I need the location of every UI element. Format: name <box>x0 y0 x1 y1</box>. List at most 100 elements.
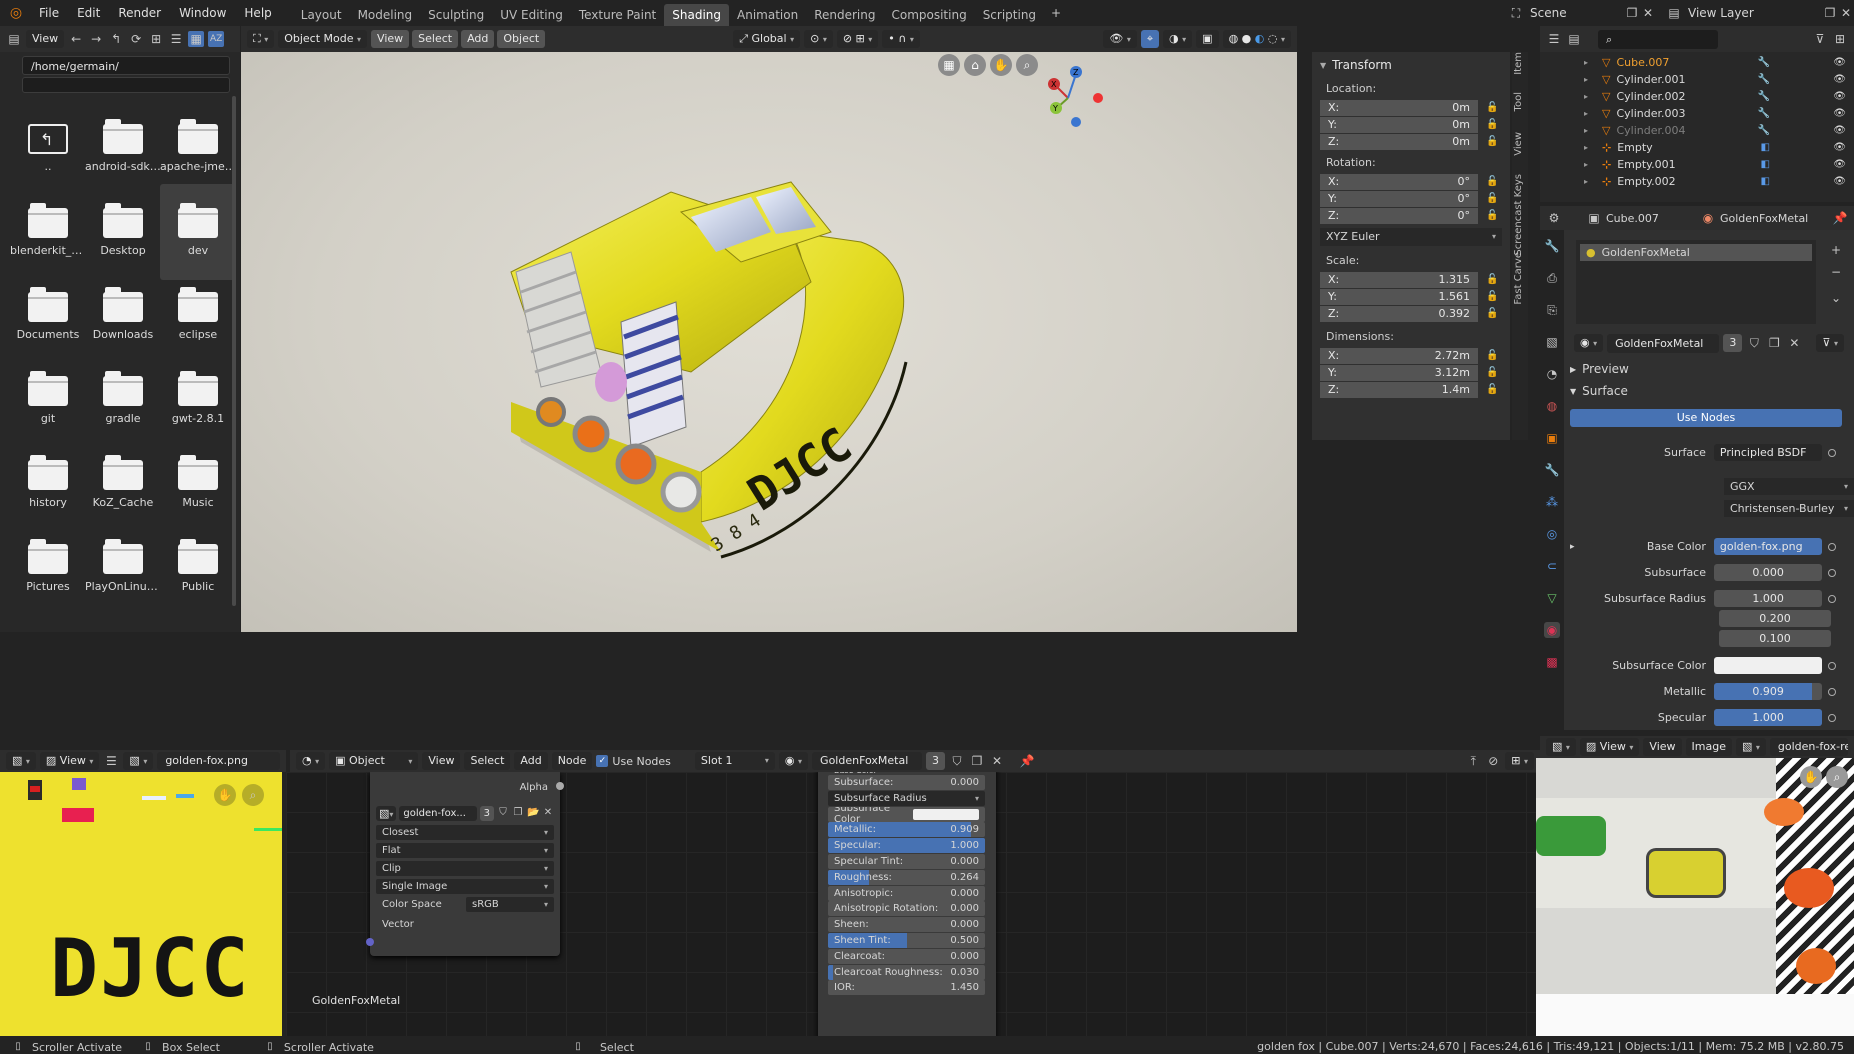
use-nodes-button[interactable]: Use Nodes <box>1570 409 1842 427</box>
orientation-select[interactable]: ⤢ Global ▾ <box>733 30 801 48</box>
input-socket-icon[interactable] <box>1828 661 1836 670</box>
input-socket-icon[interactable] <box>1828 568 1836 577</box>
node-menu-node[interactable]: Node <box>551 752 593 770</box>
folder-item[interactable]: KoZ_Cache <box>85 436 161 532</box>
node-menu-select[interactable]: Select <box>464 752 511 770</box>
bsdf-input-row[interactable]: Specular: 1.000 <box>828 838 985 854</box>
menu-render[interactable]: Render <box>109 0 170 26</box>
rotation-field[interactable]: Z: 0° <box>1320 207 1478 224</box>
link-select[interactable]: ⊽ ▾ <box>1816 334 1844 352</box>
back-icon[interactable]: ← <box>68 31 84 47</box>
filter-icon[interactable]: ⊽ <box>1812 31 1828 47</box>
visibility-eye-icon[interactable]: 👁 <box>1833 74 1846 85</box>
lock-icon[interactable]: 🔓 <box>1486 176 1502 187</box>
menu-edit[interactable]: Edit <box>68 0 109 26</box>
outliner-item-name[interactable]: Empty <box>1617 141 1652 154</box>
view-layer-tab-icon[interactable]: ▧ <box>1544 334 1560 350</box>
parent-folder[interactable]: ↰.. <box>10 100 86 196</box>
tab-uv-editing[interactable]: UV Editing <box>492 4 571 26</box>
folder-item[interactable]: Downloads <box>85 268 161 364</box>
modifier-tab-icon[interactable]: 🔧 <box>1544 462 1560 478</box>
subsurface-method-select[interactable]: Christensen-Burley ▾ <box>1724 500 1854 517</box>
node-image-duplicate-icon[interactable]: ❐ <box>512 805 524 821</box>
property-field[interactable]: 0.200 <box>1719 610 1831 627</box>
thumbnail-view-icon[interactable]: ▦ <box>188 31 205 47</box>
location-field[interactable]: Y: 0m <box>1320 116 1478 133</box>
material-browse-button[interactable]: ◉ ▾ <box>778 752 809 770</box>
folder-item[interactable]: eclipse <box>160 268 236 364</box>
scene-name[interactable]: Scene <box>1524 6 1624 20</box>
overlay-toggle[interactable]: ◑ ▾ <box>1163 30 1193 48</box>
outliner-item[interactable]: ▸ ⊹ Empty.002 ◧ 👁 <box>1540 173 1854 190</box>
add-slot-icon[interactable]: + <box>1828 242 1844 258</box>
color-space-select[interactable]: sRGB ▾ <box>466 897 554 912</box>
dimensions-field[interactable]: Y: 3.12m <box>1320 364 1478 381</box>
outliner-item-name[interactable]: Cylinder.002 <box>1616 90 1685 103</box>
bsdf-input-row[interactable]: Specular Tint: 0.000 <box>828 853 985 869</box>
editor-type-button[interactable]: ▧ ▾ <box>6 752 36 770</box>
tab-sculpting[interactable]: Sculpting <box>420 4 492 26</box>
node-duplicate-icon[interactable]: ❐ <box>969 753 985 769</box>
physics-tab-icon[interactable]: ◎ <box>1544 526 1560 542</box>
tab-compositing[interactable]: Compositing <box>883 4 974 26</box>
expand-arrow-icon[interactable]: ▸ <box>1584 143 1588 152</box>
right-image-browse[interactable]: ▧ ▾ <box>1735 738 1766 756</box>
sidebar-tab-view[interactable]: View <box>1513 132 1527 156</box>
expand-arrow-icon[interactable]: ▸ <box>1584 160 1588 169</box>
view-layer-icon[interactable]: ▤ <box>1666 5 1682 21</box>
scale-field[interactable]: Y: 1.561 <box>1320 288 1478 305</box>
object-tab-icon[interactable]: ▣ <box>1544 430 1560 446</box>
folder-item[interactable]: Documents <box>10 268 86 364</box>
tab-rendering[interactable]: Rendering <box>806 4 883 26</box>
expand-arrow-icon[interactable]: ▸ <box>1584 58 1588 67</box>
scene-close-icon[interactable]: ✕ <box>1640 5 1656 21</box>
refresh-icon[interactable]: ⟳ <box>128 31 144 47</box>
right-zoom-icon[interactable]: ⌕ <box>1826 766 1848 788</box>
material-tab-icon[interactable]: ◉ <box>1544 622 1560 638</box>
new-folder-icon[interactable]: ⊞ <box>148 31 164 47</box>
add-workspace-icon[interactable]: + <box>1048 5 1064 21</box>
forward-icon[interactable]: → <box>88 31 104 47</box>
rotation-mode-select[interactable]: XYZ Euler ▾ <box>1320 228 1502 246</box>
visibility-eye-icon[interactable]: 👁 <box>1833 159 1846 170</box>
outliner-item[interactable]: ▸ ⊹ Empty.001 ◧ 👁 <box>1540 156 1854 173</box>
lock-icon[interactable]: 🔓 <box>1486 193 1502 204</box>
material-name-field[interactable]: GoldenFoxMetal <box>1607 333 1720 353</box>
folder-item[interactable]: Music <box>160 436 236 532</box>
pivot-select[interactable]: ⊙ ▾ <box>804 30 833 48</box>
view-layer-name[interactable]: View Layer <box>1682 6 1822 20</box>
vector-socket[interactable] <box>366 938 374 946</box>
folder-item[interactable]: gradle <box>85 352 161 448</box>
folder-item[interactable]: history <box>10 436 86 532</box>
location-field[interactable]: X: 0m <box>1320 99 1478 116</box>
parent-node-tree-icon[interactable]: ⤒ <box>1465 753 1481 769</box>
sidebar-tab-screencast-keys[interactable]: Screencast Keys <box>1513 174 1527 256</box>
display-mode-icon[interactable]: ▤ <box>1566 31 1582 47</box>
rotation-field[interactable]: Y: 0° <box>1320 190 1478 207</box>
node-image-name[interactable]: golden-fox... <box>399 805 477 821</box>
xray-toggle[interactable]: ▣ <box>1196 30 1219 48</box>
slot-specials-icon[interactable]: ⌄ <box>1828 290 1844 306</box>
expand-arrow-icon[interactable]: ▸ <box>1584 177 1588 186</box>
surface-socket-icon[interactable] <box>1828 448 1836 457</box>
folder-item[interactable]: Pictures <box>10 520 86 616</box>
view-layer-close-icon[interactable]: ✕ <box>1838 5 1854 21</box>
outliner-item[interactable]: ▸ ▽ Cube.007 🔧 👁 <box>1540 54 1854 71</box>
alpha-socket[interactable] <box>556 782 564 790</box>
gizmo-toggle[interactable]: ⌖ <box>1140 30 1160 48</box>
bsdf-input-row[interactable]: Metallic: 0.909 <box>828 822 985 838</box>
distribution-select[interactable]: GGX ▾ <box>1724 478 1854 495</box>
lock-icon[interactable]: 🔓 <box>1486 119 1502 130</box>
menu-icon[interactable]: ☰ <box>103 753 119 769</box>
property-field[interactable]: 0.000 <box>1714 564 1823 581</box>
bsdf-input-row[interactable]: Subsurface: 0.000 <box>828 775 985 790</box>
property-field[interactable]: 0.909 <box>1714 683 1823 700</box>
color-swatch[interactable] <box>912 808 979 820</box>
bsdf-input-row[interactable]: Anisotropic: 0.000 <box>828 885 985 901</box>
bsdf-input-row[interactable]: Subsurface Color <box>828 806 985 822</box>
use-nodes-checkbox[interactable]: ✓ Use Nodes <box>596 755 671 768</box>
right-editor-type-button[interactable]: ▧ ▾ <box>1546 738 1576 756</box>
surface-shader-select[interactable]: Principled BSDF <box>1713 444 1823 461</box>
outliner-item[interactable]: ▸ ▽ Cylinder.001 🔧 👁 <box>1540 71 1854 88</box>
axis-gizmo[interactable]: X Z Y <box>1036 60 1106 130</box>
